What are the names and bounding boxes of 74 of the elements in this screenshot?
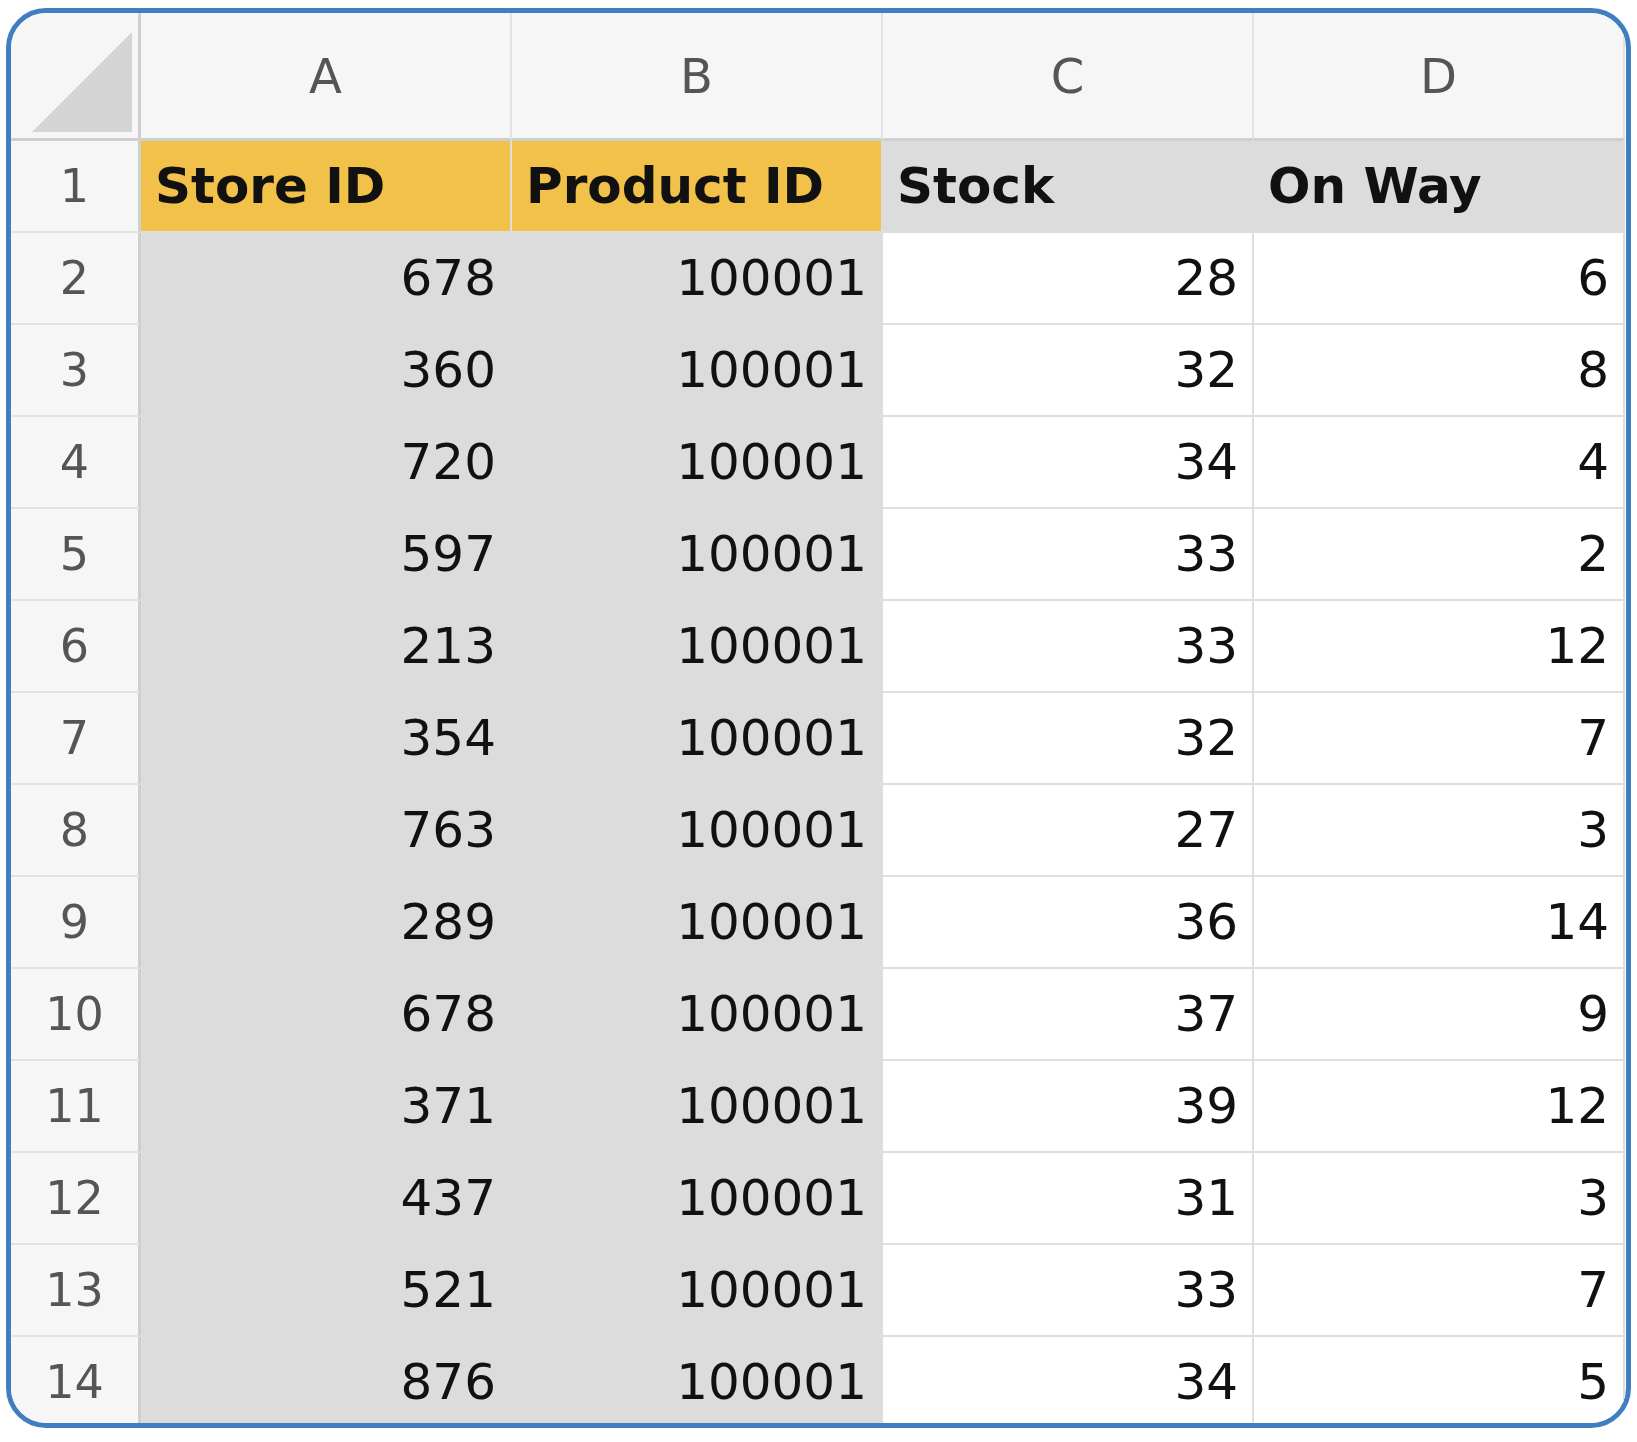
column-header[interactable]: A [141, 13, 512, 141]
table-cell: 33 [883, 601, 1254, 693]
table-cell: 371 [141, 1061, 512, 1153]
row-header[interactable]: 1 [11, 141, 141, 233]
table-cell: 100001 [512, 509, 883, 601]
table-cell: 213 [141, 601, 512, 693]
select-all-corner[interactable] [11, 13, 141, 141]
row-header[interactable]: 6 [11, 601, 141, 693]
header-cell: Store ID [141, 141, 512, 233]
table-cell: 6 [1254, 233, 1625, 325]
row-header[interactable]: 13 [11, 1245, 141, 1337]
table-cell: 4 [1254, 417, 1625, 509]
table-cell: 100001 [512, 417, 883, 509]
table-cell: 2 [1254, 509, 1625, 601]
header-cell: On Way [1254, 141, 1625, 233]
row-header[interactable]: 3 [11, 325, 141, 417]
table-cell: 597 [141, 509, 512, 601]
row-header[interactable]: 5 [11, 509, 141, 601]
table-cell: 100001 [512, 1245, 883, 1337]
row-header[interactable]: 12 [11, 1153, 141, 1245]
table-cell: 100001 [512, 1153, 883, 1245]
row-header[interactable]: 4 [11, 417, 141, 509]
table-cell: 12 [1254, 1061, 1625, 1153]
row-header[interactable]: 9 [11, 877, 141, 969]
table-cell: 33 [883, 1245, 1254, 1337]
table-cell: 100001 [512, 969, 883, 1061]
table-cell: 100001 [512, 325, 883, 417]
table-cell: 876 [141, 1337, 512, 1423]
table-cell: 32 [883, 693, 1254, 785]
table-cell: 100001 [512, 601, 883, 693]
table-cell: 39 [883, 1061, 1254, 1153]
table-cell: 14 [1254, 877, 1625, 969]
table-cell: 100001 [512, 877, 883, 969]
table-cell: 720 [141, 417, 512, 509]
table-cell: 354 [141, 693, 512, 785]
table-cell: 34 [883, 417, 1254, 509]
table-cell: 437 [141, 1153, 512, 1245]
table-cell: 3 [1254, 1153, 1625, 1245]
table-cell: 763 [141, 785, 512, 877]
table-cell: 36 [883, 877, 1254, 969]
table-cell: 100001 [512, 693, 883, 785]
table-cell: 33 [883, 509, 1254, 601]
row-header[interactable]: 11 [11, 1061, 141, 1153]
table-cell: 289 [141, 877, 512, 969]
table-cell: 9 [1254, 969, 1625, 1061]
table-cell: 100001 [512, 1061, 883, 1153]
table-cell: 31 [883, 1153, 1254, 1245]
table-cell: 3 [1254, 785, 1625, 877]
table-cell: 37 [883, 969, 1254, 1061]
table-cell: 678 [141, 969, 512, 1061]
table-cell: 100001 [512, 233, 883, 325]
column-header[interactable]: C [883, 13, 1254, 141]
column-header[interactable]: D [1254, 13, 1625, 141]
table-cell: 521 [141, 1245, 512, 1337]
table-cell: 8 [1254, 325, 1625, 417]
header-cell: Product ID [512, 141, 883, 233]
row-header[interactable]: 2 [11, 233, 141, 325]
table-cell: 12 [1254, 601, 1625, 693]
row-header[interactable]: 7 [11, 693, 141, 785]
table-cell: 100001 [512, 1337, 883, 1423]
table-cell: 7 [1254, 1245, 1625, 1337]
table-cell: 100001 [512, 785, 883, 877]
table-cell: 32 [883, 325, 1254, 417]
table-cell: 360 [141, 325, 512, 417]
table-cell: 27 [883, 785, 1254, 877]
row-header[interactable]: 8 [11, 785, 141, 877]
table-cell: 7 [1254, 693, 1625, 785]
table-cell: 678 [141, 233, 512, 325]
table-cell: 28 [883, 233, 1254, 325]
column-header[interactable]: B [512, 13, 883, 141]
triangle-icon [32, 32, 132, 132]
header-cell: Stock [883, 141, 1254, 233]
row-header[interactable]: 10 [11, 969, 141, 1061]
row-header[interactable]: 14 [11, 1337, 141, 1423]
